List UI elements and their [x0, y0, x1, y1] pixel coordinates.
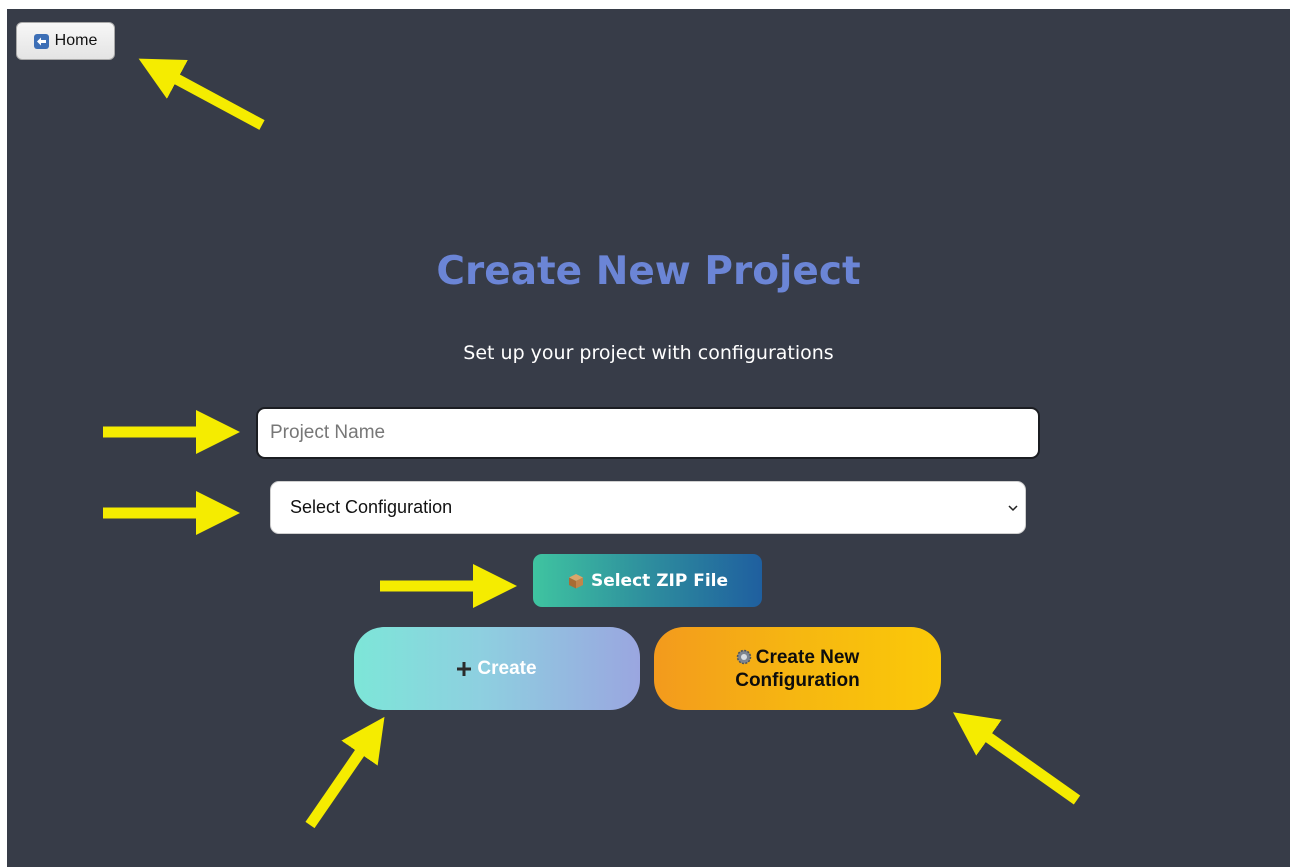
package-icon: [568, 573, 583, 588]
create-new-configuration-button[interactable]: Create New Configuration: [654, 627, 941, 710]
project-name-input[interactable]: [256, 407, 1040, 459]
page-background: Home Create New Project Set up your proj…: [7, 9, 1290, 867]
page-subtitle: Set up your project with configurations: [463, 342, 834, 364]
new-config-content: Create New Configuration: [684, 646, 911, 692]
create-button[interactable]: Create: [354, 627, 640, 710]
select-zip-label: Select ZIP File: [590, 570, 729, 591]
home-button-label: Home: [54, 32, 98, 49]
configuration-select-value: Select Configuration: [290, 497, 453, 517]
configuration-select[interactable]: Select Configuration: [270, 481, 1026, 534]
chevron-down-icon: [1008, 505, 1018, 512]
gear-icon: [736, 649, 751, 664]
back-arrow-icon: [33, 33, 49, 49]
select-zip-button[interactable]: Select ZIP File: [533, 554, 762, 607]
plus-icon: [457, 661, 472, 676]
page-title: Create New Project: [436, 249, 861, 294]
home-button[interactable]: Home: [16, 22, 115, 60]
new-config-label: Create New Configuration: [735, 646, 860, 691]
create-button-label: Create: [477, 657, 537, 679]
